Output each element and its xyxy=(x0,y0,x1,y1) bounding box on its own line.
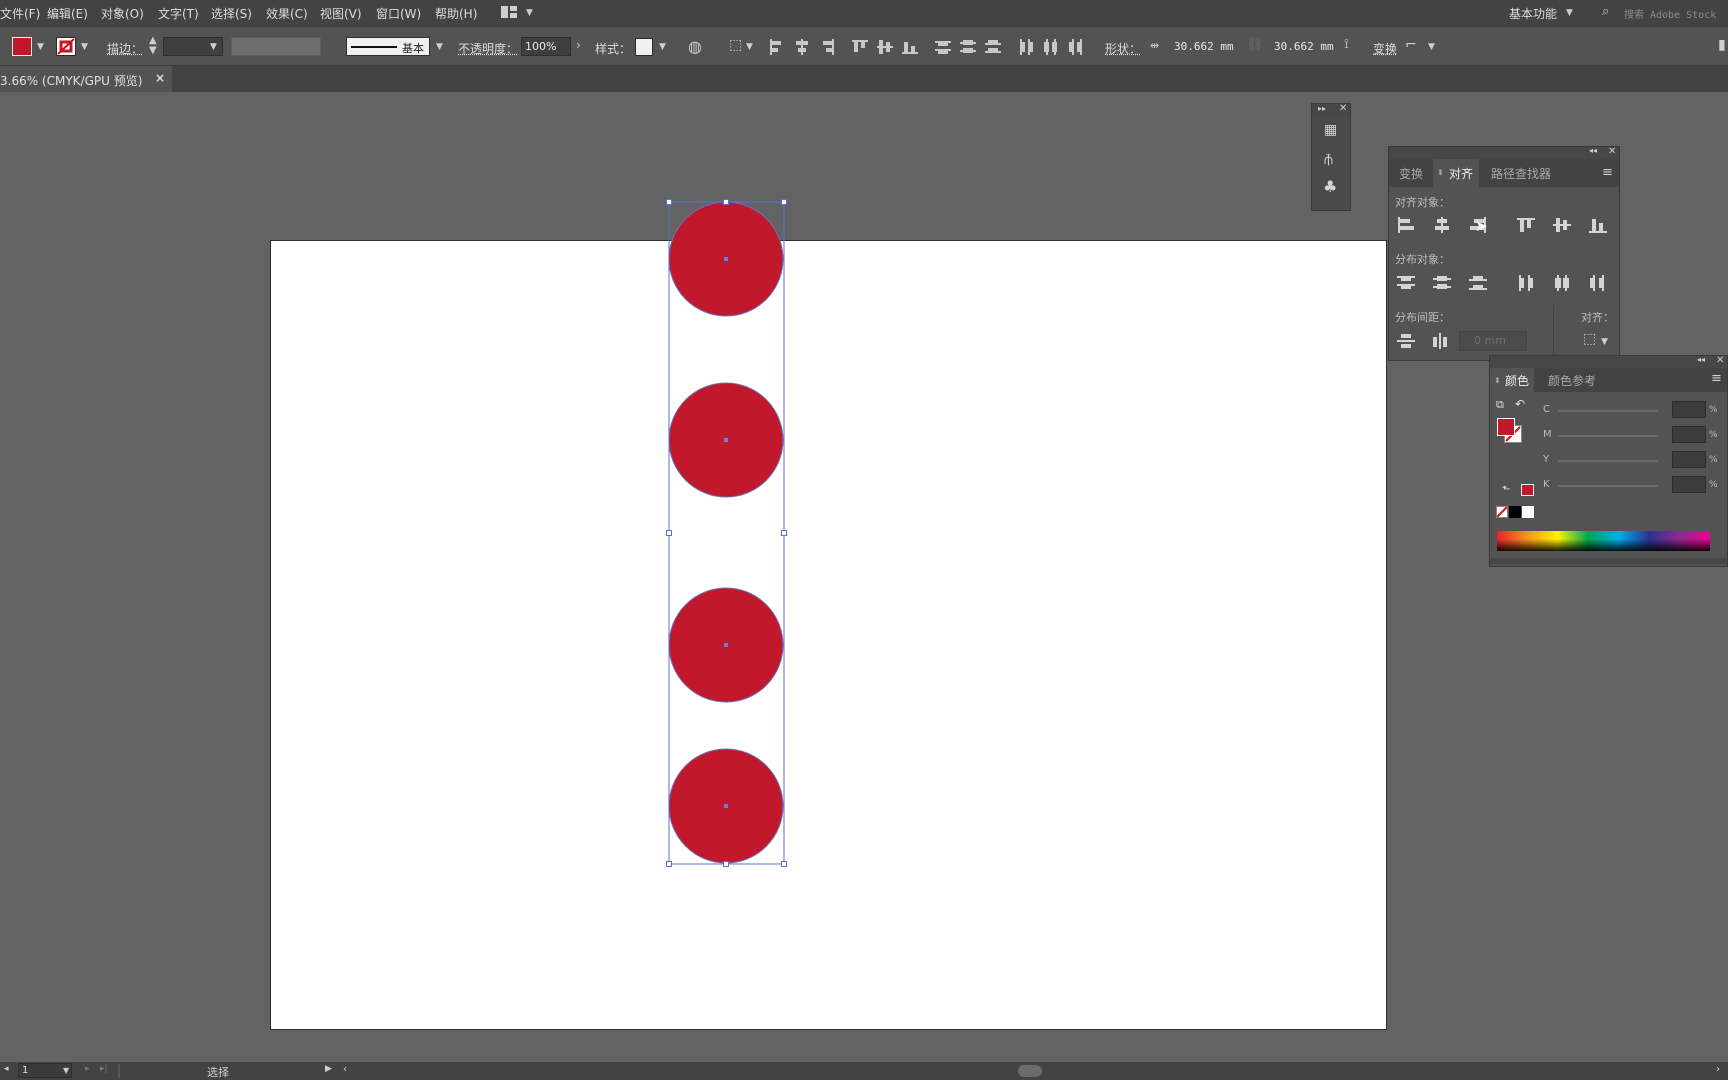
distribute-spacing-label: 分布间距： xyxy=(1395,311,1450,324)
resize-handle[interactable] xyxy=(1490,558,1727,564)
tab-stepper-icon: ⬍ xyxy=(1437,168,1444,177)
distribute-top-icon[interactable] xyxy=(1397,275,1415,291)
first-artboard-icon[interactable]: ◂ xyxy=(4,1064,9,1074)
selection-handle[interactable] xyxy=(723,199,729,205)
cyan-slider[interactable] xyxy=(1558,410,1658,412)
align-top-icon[interactable] xyxy=(1517,217,1535,233)
align-panel: ◂◂ ✕ 变换 ⬍ 对齐 路径查找器 ≡ 对齐对象： ➤ 分布对象： 分布间距：… xyxy=(1388,146,1620,361)
status-menu-icon[interactable]: ▶ xyxy=(325,1064,332,1074)
align-bottom-icon[interactable] xyxy=(1589,217,1607,233)
spacing-input[interactable]: 0 mm xyxy=(1459,331,1527,351)
artboard-number-field[interactable]: 1 ▼ xyxy=(18,1063,72,1078)
align-objects-label: 对齐对象： xyxy=(1395,196,1450,209)
mouse-pointer-icon: ➤ xyxy=(1475,217,1488,235)
out-of-gamut-icon[interactable]: ⬑ xyxy=(1502,484,1510,495)
magenta-slider[interactable] xyxy=(1558,435,1658,437)
black-field[interactable] xyxy=(1672,476,1706,493)
selection-handle[interactable] xyxy=(781,861,787,867)
brushes-icon[interactable]: ⫚ xyxy=(1324,150,1333,168)
scroll-left-icon[interactable]: ‹ xyxy=(343,1064,347,1075)
artboards-icon[interactable]: ▦ xyxy=(1324,122,1337,138)
distribute-vertical-center-icon[interactable] xyxy=(1433,275,1451,291)
yellow-field[interactable] xyxy=(1672,451,1706,468)
horizontal-distribute-space-icon[interactable] xyxy=(1431,333,1449,349)
cyan-label: C xyxy=(1543,404,1550,415)
vertical-distribute-space-icon[interactable] xyxy=(1397,333,1415,349)
align-left-icon[interactable] xyxy=(1397,217,1415,233)
scroll-right-icon[interactable]: › xyxy=(1716,1064,1720,1075)
fill-color-swatch[interactable] xyxy=(1497,418,1515,436)
next-artboard-icon[interactable]: ▸ xyxy=(85,1064,90,1074)
selection-handle[interactable] xyxy=(781,199,787,205)
color-spectrum[interactable] xyxy=(1497,531,1710,551)
tab-stepper-icon: ⬍ xyxy=(1494,376,1501,385)
close-icon[interactable]: ✕ xyxy=(1716,355,1724,366)
tab-transform[interactable]: 变换 xyxy=(1399,165,1423,182)
percent-sign: % xyxy=(1709,405,1718,415)
center-point xyxy=(724,643,728,647)
align-to-selection-icon[interactable]: ⬚ xyxy=(1583,331,1596,347)
tab-color[interactable]: 颜色 xyxy=(1505,372,1529,389)
none-swatch[interactable] xyxy=(1496,506,1508,518)
center-point xyxy=(724,438,728,442)
magenta-field[interactable] xyxy=(1672,426,1706,443)
default-colors-icon[interactable]: ⧉ xyxy=(1496,398,1504,412)
collapse-icon[interactable]: ◂◂ xyxy=(1589,146,1597,155)
align-to-label: 对齐： xyxy=(1581,311,1614,324)
center-point xyxy=(724,257,728,261)
chevron-down-icon[interactable]: ▼ xyxy=(1601,337,1608,347)
divider xyxy=(1553,305,1554,355)
yellow-label: Y xyxy=(1543,454,1550,465)
align-horizontal-center-icon[interactable] xyxy=(1433,217,1451,233)
tab-pathfinder[interactable]: 路径查找器 xyxy=(1491,165,1551,182)
last-artboard-icon[interactable]: ▸| xyxy=(100,1064,108,1074)
spacing-value: 0 mm xyxy=(1474,334,1506,347)
distribute-left-icon[interactable] xyxy=(1517,275,1535,291)
cyan-field[interactable] xyxy=(1672,401,1706,418)
white-swatch[interactable] xyxy=(1522,506,1534,518)
symbols-icon[interactable]: ♣ xyxy=(1323,177,1337,196)
panel-menu-icon[interactable]: ≡ xyxy=(1711,371,1722,386)
percent-sign: % xyxy=(1709,455,1718,465)
divider xyxy=(118,1064,120,1078)
yellow-slider[interactable] xyxy=(1558,460,1658,462)
black-label: K xyxy=(1543,479,1550,490)
icon-dock-panel: ▸▸ ✕ ▦ ⫚ ♣ xyxy=(1311,103,1351,211)
distribute-horizontal-center-icon[interactable] xyxy=(1553,275,1571,291)
horizontal-scrollbar-thumb[interactable] xyxy=(1018,1065,1042,1077)
close-icon[interactable]: ✕ xyxy=(1339,103,1347,114)
selection-handle[interactable] xyxy=(723,861,729,867)
collapse-icon[interactable]: ▸▸ xyxy=(1318,104,1326,113)
selection-handle[interactable] xyxy=(666,199,672,205)
current-tool-label: 选择 xyxy=(207,1066,229,1079)
black-slider[interactable] xyxy=(1558,485,1658,487)
panel-menu-icon[interactable]: ≡ xyxy=(1602,165,1613,180)
selection-handle[interactable] xyxy=(666,530,672,536)
align-vertical-center-icon[interactable] xyxy=(1553,217,1571,233)
selection-handle[interactable] xyxy=(781,530,787,536)
center-point xyxy=(724,804,728,808)
artboard-number: 1 xyxy=(22,1065,29,1076)
status-bar: ◂ 1 ▼ ▸ ▸| 选择 ▶ ‹ › xyxy=(0,1062,1728,1080)
percent-sign: % xyxy=(1709,430,1718,440)
swap-colors-icon[interactable]: ↶ xyxy=(1515,397,1525,411)
black-swatch[interactable] xyxy=(1509,506,1521,518)
magenta-label: M xyxy=(1543,429,1552,440)
tab-align[interactable]: 对齐 xyxy=(1449,165,1473,182)
collapse-icon[interactable]: ◂◂ xyxy=(1697,355,1705,364)
distribute-objects-label: 分布对象： xyxy=(1395,253,1450,266)
distribute-right-icon[interactable] xyxy=(1589,275,1607,291)
selection-handle[interactable] xyxy=(666,861,672,867)
percent-sign: % xyxy=(1709,480,1718,490)
close-icon[interactable]: ✕ xyxy=(1608,146,1616,157)
distribute-bottom-icon[interactable] xyxy=(1469,275,1487,291)
chevron-down-icon[interactable]: ▼ xyxy=(63,1066,69,1075)
tab-color-guide[interactable]: 颜色参考 xyxy=(1548,372,1596,389)
gamut-color-swatch[interactable] xyxy=(1521,484,1534,496)
